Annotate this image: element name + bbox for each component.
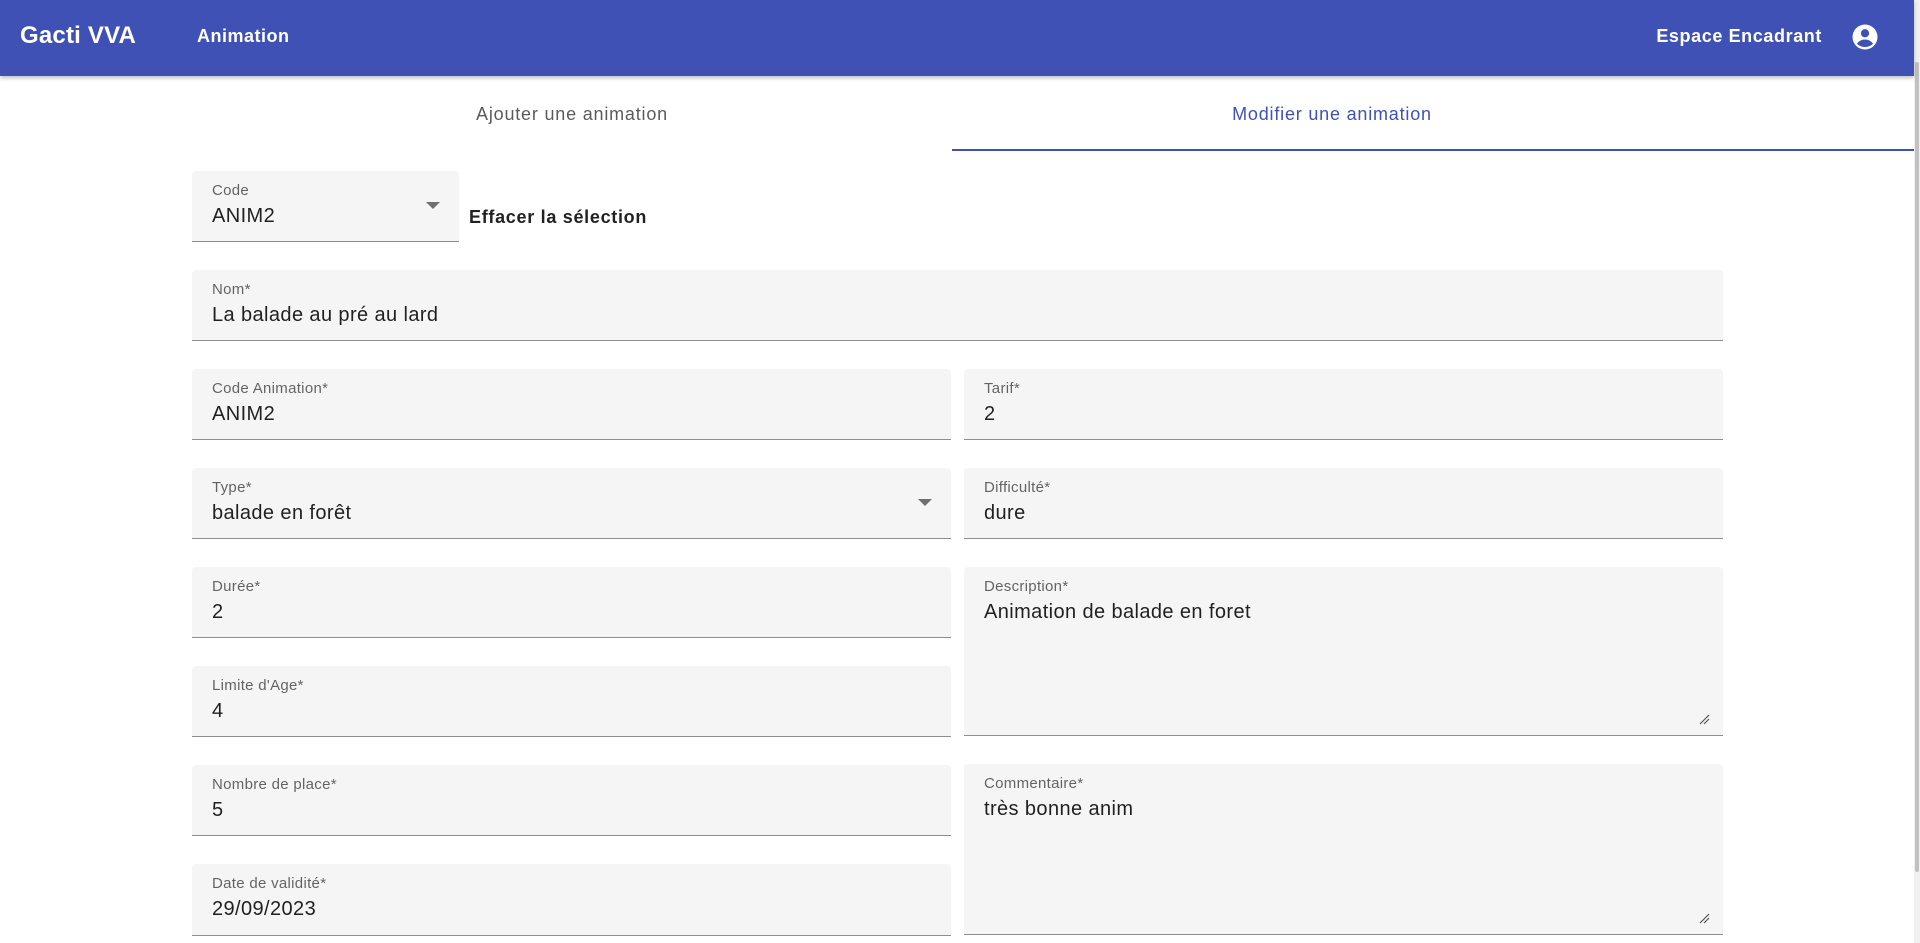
commentaire-textarea[interactable]: Commentaire* très bonne anim <box>964 764 1723 935</box>
tarif-label: Tarif* <box>984 380 1020 397</box>
code-select-label: Code <box>212 182 250 199</box>
clear-selection-button[interactable]: Effacer la sélection <box>469 207 647 228</box>
difficulte-field[interactable]: Difficulté* dure <box>964 468 1723 539</box>
tarif-field[interactable]: Tarif* 2 <box>964 369 1723 440</box>
brand-title: Gacti VVA <box>20 22 137 49</box>
resize-grip-icon[interactable] <box>1698 912 1710 924</box>
type-label: Type* <box>212 479 252 496</box>
nombre-place-field[interactable]: Nombre de place* 5 <box>192 765 951 836</box>
type-value: balade en forêt <box>212 502 352 524</box>
commentaire-value: très bonne anim <box>984 798 1134 820</box>
page: Gacti VVA Animation Espace Encadrant Ajo… <box>0 0 1920 943</box>
limite-age-value: 4 <box>212 700 224 722</box>
account-circle-icon[interactable] <box>1850 22 1880 52</box>
code-select-value: ANIM2 <box>212 205 276 227</box>
limite-age-field[interactable]: Limite d'Age* 4 <box>192 666 951 737</box>
type-select[interactable]: Type* balade en forêt <box>192 468 951 539</box>
chevron-down-icon <box>918 499 932 506</box>
description-label: Description* <box>984 578 1069 595</box>
commentaire-label: Commentaire* <box>984 775 1084 792</box>
code-animation-value: ANIM2 <box>212 403 276 425</box>
nav-link-espace-encadrant[interactable]: Espace Encadrant <box>1656 26 1822 47</box>
nom-value: La balade au pré au lard <box>212 304 439 326</box>
resize-grip-icon[interactable] <box>1698 713 1710 725</box>
duree-field[interactable]: Durée* 2 <box>192 567 951 638</box>
scrollbar-thumb[interactable] <box>1915 62 1919 872</box>
nombre-place-value: 5 <box>212 799 224 821</box>
date-validite-field[interactable]: Date de validité* 29/09/2023 <box>192 864 951 936</box>
app-bar: Gacti VVA Animation Espace Encadrant <box>0 0 1914 76</box>
tab-ajouter-animation[interactable]: Ajouter une animation <box>192 76 952 152</box>
nom-label: Nom* <box>212 281 251 298</box>
nom-field[interactable]: Nom* La balade au pré au lard <box>192 270 1723 341</box>
duree-label: Durée* <box>212 578 261 595</box>
date-validite-label: Date de validité* <box>212 875 327 892</box>
difficulte-label: Difficulté* <box>984 479 1051 496</box>
tab-bar: Ajouter une animation Modifier une anima… <box>192 76 1914 152</box>
difficulte-value: dure <box>984 502 1026 524</box>
tab-modifier-animation[interactable]: Modifier une animation <box>952 76 1712 152</box>
description-textarea[interactable]: Description* Animation de balade en fore… <box>964 567 1723 736</box>
code-select[interactable]: Code ANIM2 <box>192 171 459 242</box>
code-animation-field[interactable]: Code Animation* ANIM2 <box>192 369 951 440</box>
duree-value: 2 <box>212 601 224 623</box>
code-animation-label: Code Animation* <box>212 380 329 397</box>
nav-link-animation[interactable]: Animation <box>197 26 290 47</box>
nombre-place-label: Nombre de place* <box>212 776 337 793</box>
tarif-value: 2 <box>984 403 996 425</box>
limite-age-label: Limite d'Age* <box>212 677 304 694</box>
date-validite-value: 29/09/2023 <box>212 898 317 920</box>
chevron-down-icon <box>426 202 440 209</box>
active-tab-indicator <box>952 149 1914 151</box>
description-value: Animation de balade en foret <box>984 601 1251 623</box>
